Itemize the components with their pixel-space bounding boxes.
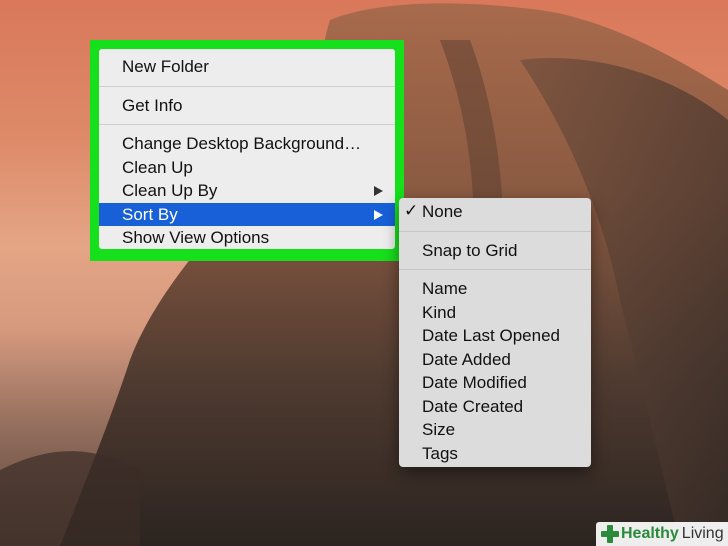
submenu-item-label: Date Last Opened xyxy=(422,326,560,345)
submenu-item-label: Tags xyxy=(422,443,458,463)
submenu-item-label: Date Added xyxy=(422,349,511,369)
menu-item-label: Show View Options xyxy=(122,228,270,247)
menu-item-label: Clean Up By xyxy=(122,181,218,200)
menu-item-change-desktop-background[interactable]: Change Desktop Background… xyxy=(99,132,395,156)
submenu-item-label: Name xyxy=(422,279,468,298)
submenu-item-name[interactable]: Name xyxy=(399,277,591,301)
submenu-item-label: Date Modified xyxy=(422,373,527,392)
submenu-arrow-icon xyxy=(374,209,383,220)
submenu-item-date-modified[interactable]: Date Modified xyxy=(399,371,591,395)
submenu-item-label: Kind xyxy=(422,302,457,322)
submenu-item-label: Date Created xyxy=(422,396,524,416)
submenu-arrow-icon xyxy=(374,186,383,196)
menu-item-label: Get Info xyxy=(122,95,183,115)
checkmark-icon: ✓ xyxy=(404,201,419,221)
submenu-item-date-last-opened[interactable]: Date Last Opened xyxy=(399,324,591,348)
submenu-item-label: None xyxy=(422,202,463,221)
menu-separator xyxy=(399,230,591,232)
menu-item-sort-by[interactable]: Sort By xyxy=(99,202,395,226)
menu-item-label: Sort By xyxy=(122,204,178,224)
menu-item-label: Change Desktop Background… xyxy=(122,134,362,153)
menu-item-clean-up[interactable]: Clean Up xyxy=(99,156,395,180)
desktop-context-menu: New Folder Get Info Change Desktop Backg… xyxy=(99,49,395,249)
submenu-item-date-added[interactable]: Date Added xyxy=(399,348,591,372)
menu-item-label: Clean Up xyxy=(122,157,193,177)
watermark-badge: Healthy Living xyxy=(596,522,728,546)
submenu-item-size[interactable]: Size xyxy=(399,418,591,442)
plus-icon xyxy=(601,525,619,543)
submenu-item-none[interactable]: ✓ None xyxy=(399,200,591,224)
menu-item-clean-up-by[interactable]: Clean Up By xyxy=(99,179,395,203)
submenu-item-label: Size xyxy=(422,420,456,439)
submenu-item-kind[interactable]: Kind xyxy=(399,301,591,325)
menu-item-label: New Folder xyxy=(122,57,209,76)
submenu-item-label: Snap to Grid xyxy=(422,240,518,260)
watermark-brand-text: Living xyxy=(681,525,724,542)
watermark-brand-bold: Healthy xyxy=(621,525,679,542)
menu-separator xyxy=(399,269,591,270)
sort-by-submenu: ✓ None Snap to Grid Name Kind Date Last O… xyxy=(399,198,591,467)
submenu-item-tags[interactable]: Tags xyxy=(399,442,591,466)
submenu-item-date-created[interactable]: Date Created xyxy=(399,395,591,419)
menu-separator xyxy=(99,124,395,125)
menu-item-show-view-options[interactable]: Show View Options xyxy=(99,226,395,250)
menu-item-get-info[interactable]: Get Info xyxy=(99,94,395,118)
submenu-item-snap-to-grid[interactable]: Snap to Grid xyxy=(399,239,591,263)
menu-item-new-folder[interactable]: New Folder xyxy=(99,55,395,79)
menu-separator xyxy=(99,85,395,87)
